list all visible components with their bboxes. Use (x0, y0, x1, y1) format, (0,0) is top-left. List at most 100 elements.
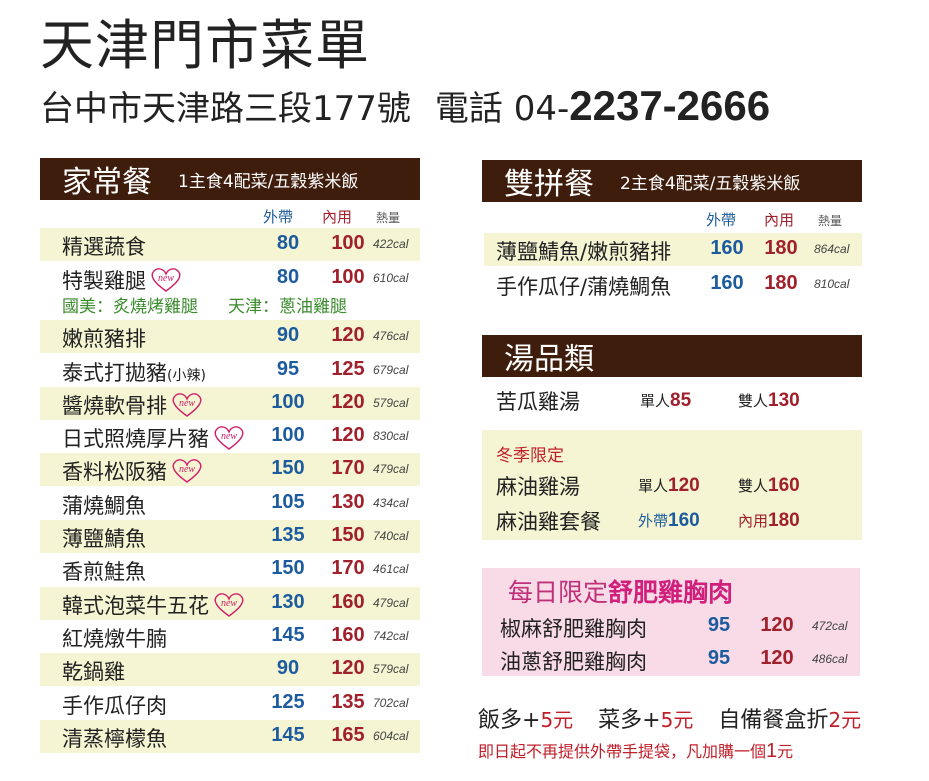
double-meal-header: 雙拼餐 2主食4配菜/五穀紫米飯 (482, 160, 862, 202)
menu-row: 乾鍋雞 90 120 579cal (40, 653, 420, 686)
sesame-soup-double-price: 160 (768, 475, 800, 496)
home-col-calories: 熱量 (376, 211, 401, 225)
veg-amount: 5元 (660, 708, 694, 732)
single-label: 單人 (638, 477, 669, 495)
menu-row: 精選蔬食 80 100 422cal (40, 228, 420, 261)
home-meal-header: 家常餐 1主食4配菜/五穀紫米飯 (40, 158, 420, 200)
calories: 810cal (814, 277, 850, 291)
dine-in-price: 180 (764, 272, 798, 294)
calories: 830cal (373, 429, 409, 443)
daily-row: 椒麻舒肥雞胸肉 95 120 472cal (482, 610, 860, 643)
dine-in-price: 100 (331, 232, 365, 254)
veg-label: 菜多+ (598, 708, 661, 733)
sesame-set-takeout-price: 160 (668, 510, 700, 531)
dine-in-price: 180 (764, 237, 798, 259)
takeout-price: 150 (271, 557, 305, 579)
takeout-price: 80 (276, 266, 300, 288)
dine-in-price: 170 (331, 557, 365, 579)
footnote-unit: 元 (777, 742, 794, 761)
daily-title-prefix: 每日限定 (508, 578, 609, 607)
item-name: 椒麻舒肥雞胸肉 (500, 617, 647, 641)
item-name: 薄鹽鯖魚 (62, 527, 146, 551)
item-name: 日式照燒厚片豬 new (62, 423, 247, 456)
daily-title-bold: 舒肥雞胸肉 (608, 578, 734, 607)
dine-in-price: 120 (331, 391, 365, 413)
home-meal-subtitle: 1主食4配菜/五穀紫米飯 (178, 171, 359, 192)
takeout-label: 外帶 (638, 512, 669, 530)
menu-row: 嫩煎豬排 90 120 476cal (40, 320, 420, 353)
menu-row: 日式照燒厚片豬 new 100 120 830cal (40, 420, 420, 453)
takeout-price: 125 (271, 691, 305, 713)
item-name: 蒲燒鯛魚 (62, 494, 146, 518)
chicken-note-2: 天津：蔥油雞腿 (228, 297, 347, 317)
menu-row: 醬燒軟骨排 new 100 120 579cal (40, 387, 420, 420)
address-line: 台中市天津路三段177號 電話 04-2237-2666 (40, 84, 770, 131)
calories: 486cal (812, 652, 848, 666)
bitter-melon-single: 單人85 (640, 390, 691, 412)
dine-in-price: 120 (331, 324, 365, 346)
dine-in-price: 150 (331, 524, 365, 546)
dine-in-price: 120 (760, 647, 794, 669)
svg-text:new: new (158, 273, 174, 284)
new-heart-icon: new (169, 458, 205, 489)
rice-amount: 5元 (540, 708, 574, 732)
item-name: 油蔥舒肥雞胸肉 (500, 650, 647, 674)
calories: 422cal (373, 237, 409, 251)
new-heart-icon: new (169, 392, 205, 423)
double-label: 雙人 (738, 477, 769, 495)
dine-in-price: 160 (331, 591, 365, 613)
calories: 579cal (373, 662, 409, 676)
double-label: 雙人 (738, 392, 769, 410)
item-name: 薄鹽鯖魚/嫩煎豬排 (496, 240, 672, 264)
sesame-soup-single-price: 120 (668, 475, 700, 496)
takeout-price: 80 (276, 232, 300, 254)
soup-title: 湯品類 (504, 342, 594, 377)
item-name: 嫩煎豬排 (62, 327, 146, 351)
dine-in-price: 120 (331, 657, 365, 679)
sesame-soup-single: 單人120 (638, 475, 700, 497)
menu-row: 泰式打拋豬(小辣) 95 125 679cal (40, 354, 420, 387)
item-name: 手作瓜仔/蒲燒鯛魚 (496, 275, 672, 299)
double-col-calories: 熱量 (818, 214, 843, 228)
chicken-note-1: 國美：炙燒烤雞腿 (62, 297, 198, 317)
sesame-set-dine-in-price: 180 (768, 510, 800, 531)
dine-in-price: 100 (331, 266, 365, 288)
dine-in-price: 120 (331, 424, 365, 446)
menu-row: 韓式泡菜牛五花 new 130 160 479cal (40, 587, 420, 620)
takeout-price: 150 (271, 457, 305, 479)
menu-row: 蒲燒鯛魚 105 130 434cal (40, 487, 420, 520)
double-row: 手作瓜仔/蒲燒鯛魚 160 180 810cal (484, 268, 862, 301)
menu-row: 特製雞腿 new 80 100 610cal (40, 262, 420, 295)
footnote-text: 即日起不再提供外帶手提袋，凡加購一個 (478, 742, 767, 761)
takeout-price: 105 (271, 491, 305, 513)
double-col-takeout: 外帶 (706, 211, 737, 229)
takeout-price: 130 (271, 591, 305, 613)
winter-label: 冬季限定 (496, 446, 564, 466)
new-heart-icon: new (211, 425, 247, 456)
dine-in-price: 130 (331, 491, 365, 513)
takeout-price: 90 (276, 324, 300, 346)
menu-title: 天津門市菜單 (40, 14, 370, 77)
bitter-melon-double: 雙人130 (738, 390, 800, 412)
takeout-price: 90 (276, 657, 300, 679)
svg-text:new: new (179, 464, 195, 475)
calories: 740cal (373, 529, 409, 543)
daily-title: 每日限定舒肥雞胸肉 (508, 573, 733, 609)
sesame-set-name: 麻油雞套餐 (496, 510, 601, 534)
takeout-price: 160 (710, 272, 744, 294)
footnote: 即日起不再提供外帶手提袋，凡加購一個1元 (478, 738, 793, 763)
home-col-takeout: 外帶 (263, 208, 294, 226)
calories: 864cal (814, 242, 850, 256)
daily-row: 油蔥舒肥雞胸肉 95 120 486cal (482, 643, 860, 676)
calories: 461cal (373, 562, 409, 576)
takeout-price: 145 (271, 624, 305, 646)
dine-in-price: 135 (331, 691, 365, 713)
takeout-price: 95 (707, 647, 731, 669)
calories: 472cal (812, 619, 848, 633)
home-meal-title: 家常餐 (62, 165, 152, 200)
phone-number: 2237-2666 (569, 82, 771, 129)
menu-row: 手作瓜仔肉 125 135 702cal (40, 687, 420, 720)
phone-prefix: 電話 04- (434, 89, 570, 129)
menu-row: 香料松阪豬 new 150 170 479cal (40, 453, 420, 486)
item-name: 香煎鮭魚 (62, 560, 146, 584)
